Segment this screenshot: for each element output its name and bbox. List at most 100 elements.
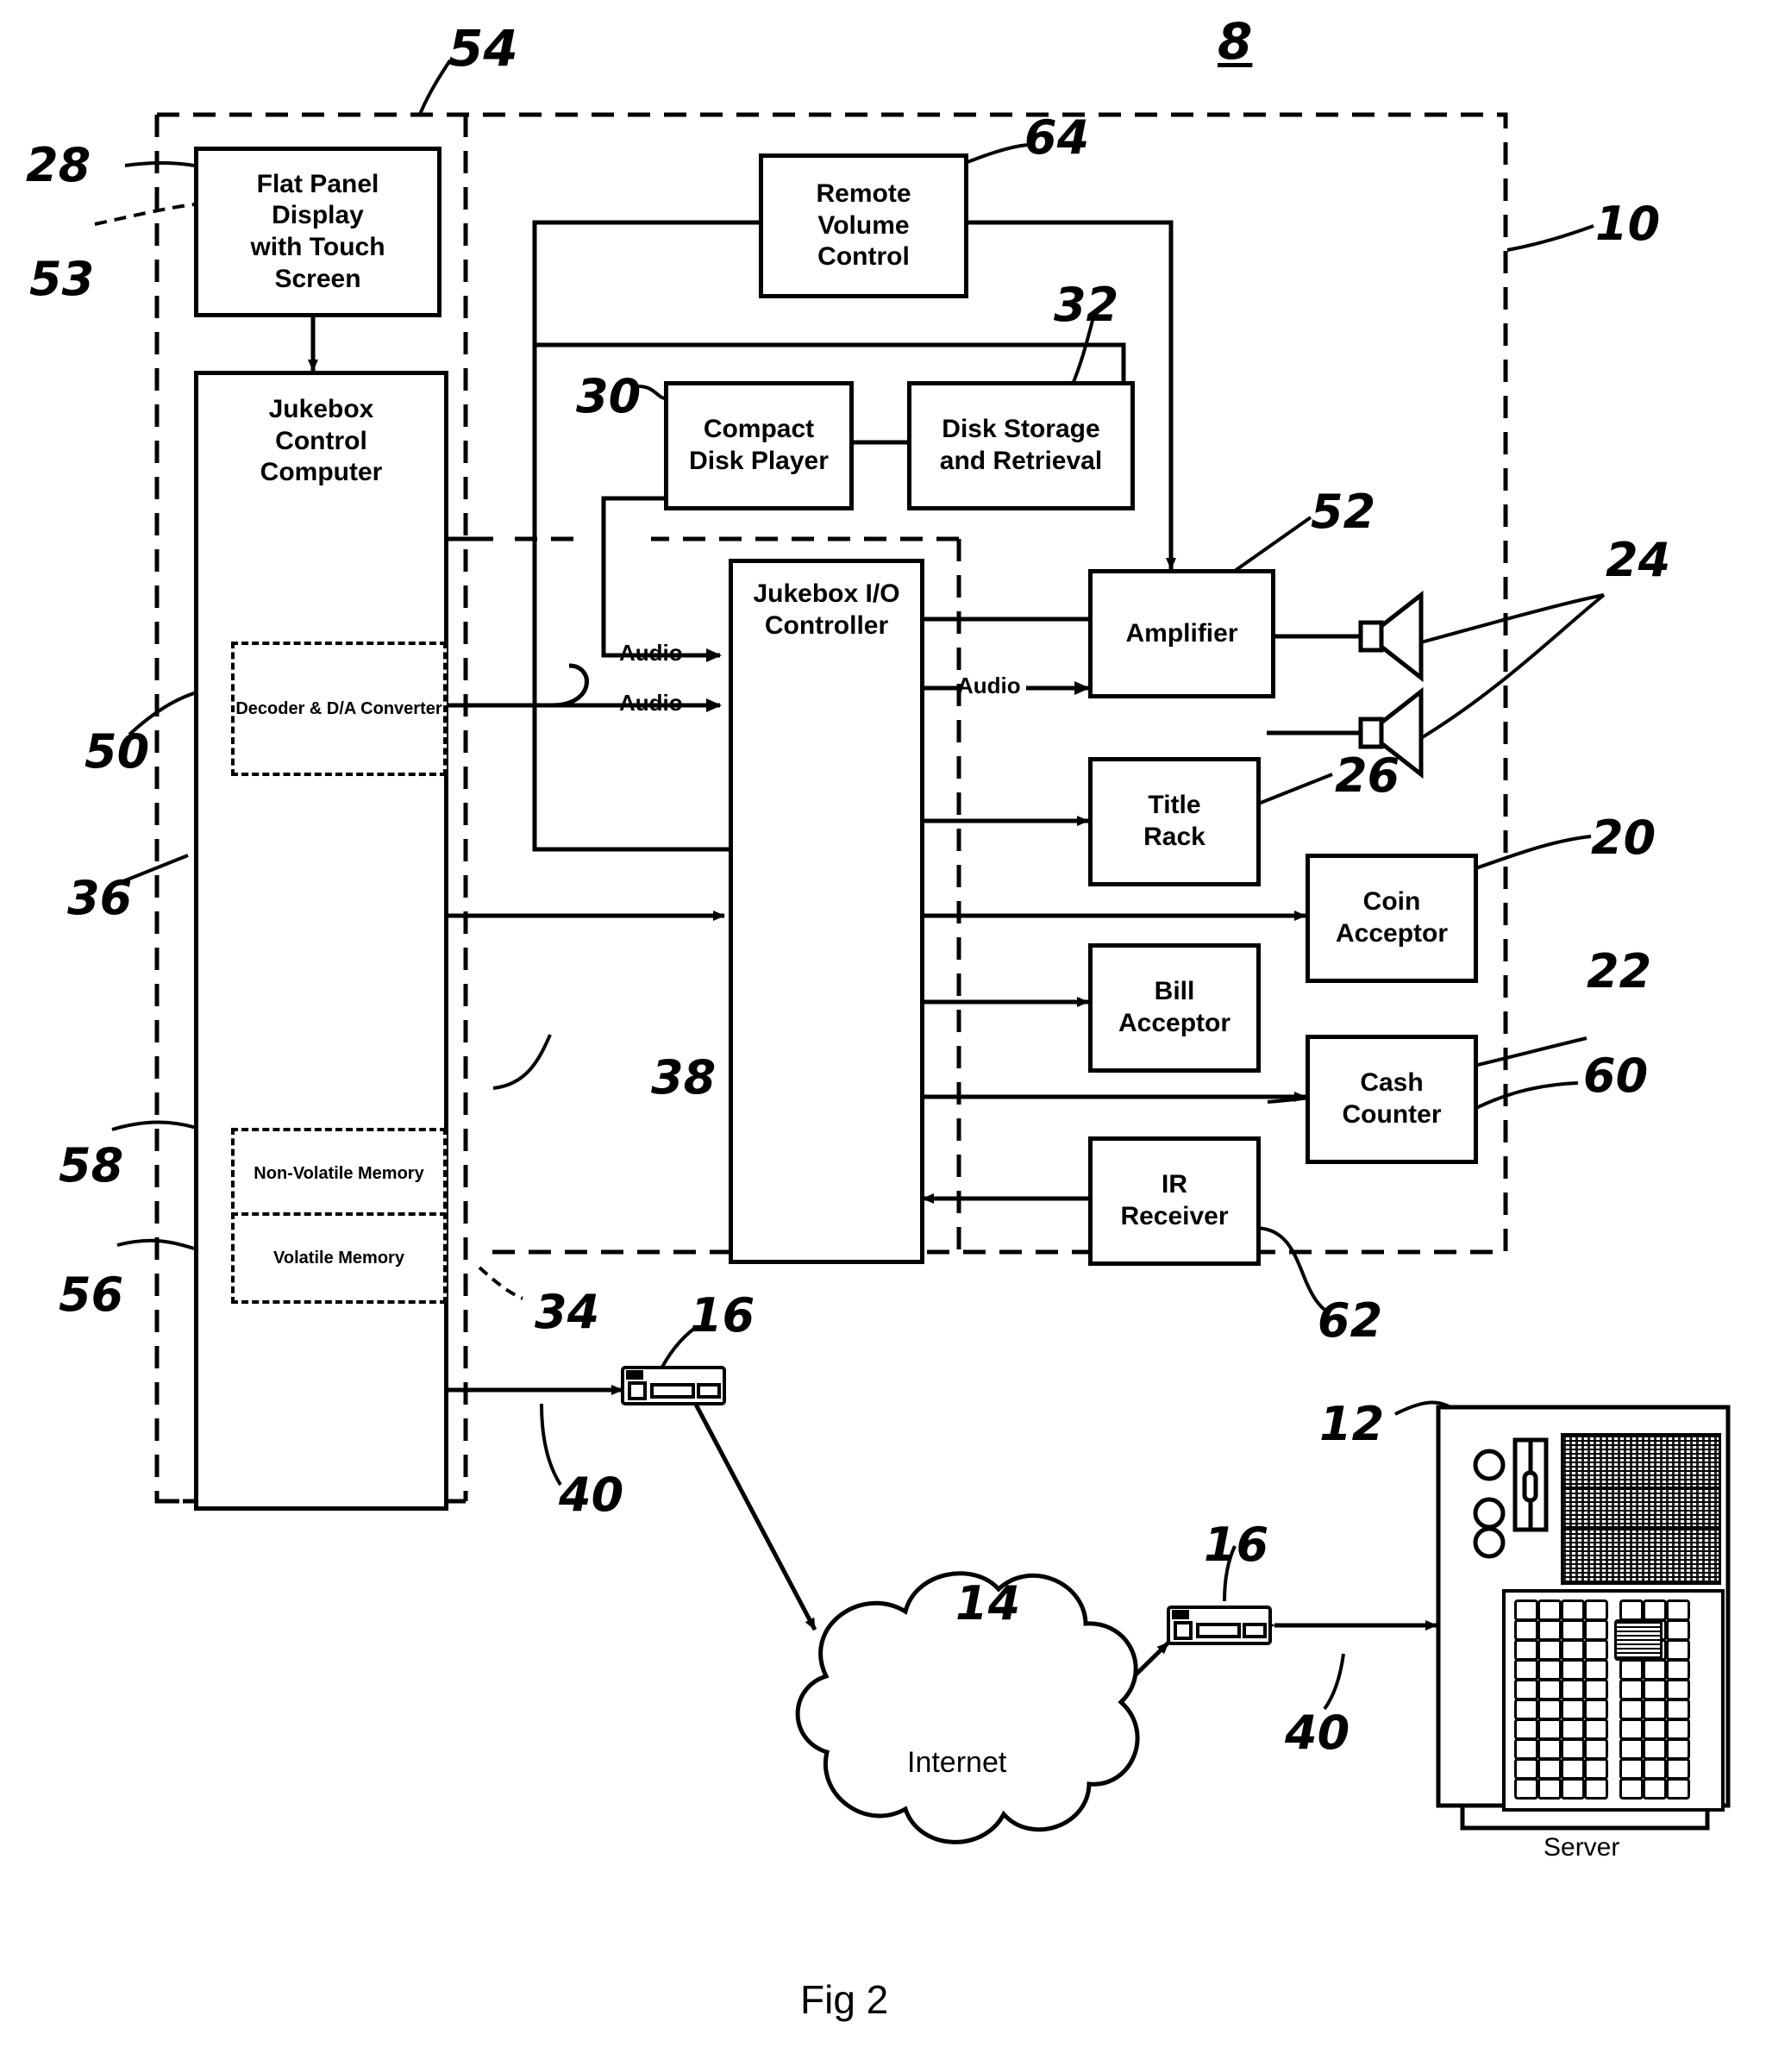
ref-22: 22: [1587, 944, 1652, 998]
remote-volume-line1: Remote: [816, 179, 911, 209]
decoder-line2: D/A Converter: [326, 699, 442, 718]
ref-32: 32: [1054, 278, 1119, 332]
leader-10: [1506, 224, 1594, 252]
keyboard-key: [1666, 1718, 1690, 1740]
keyboard-key: [1666, 1699, 1690, 1720]
figure-caption: Fig 2: [800, 1977, 889, 2022]
keyboard-key: [1561, 1738, 1585, 1760]
keyboard-key-wide: [1614, 1619, 1663, 1661]
ref-16-left: 16: [690, 1288, 755, 1343]
keyboard-key: [1619, 1738, 1644, 1760]
ref-64: 64: [1024, 110, 1090, 165]
keyboard-key: [1666, 1599, 1690, 1621]
ref-38: 38: [651, 1050, 717, 1105]
line-cdplayer-to-io-audio: [601, 496, 722, 662]
keyboard-key: [1643, 1679, 1667, 1700]
bill-acceptor-block[interactable]: Bill Acceptor: [1088, 943, 1261, 1073]
title-rack-block[interactable]: Title Rack: [1088, 757, 1261, 886]
ir-receiver-block[interactable]: IR Receiver: [1088, 1136, 1261, 1266]
title-rack-line2: Rack: [1143, 823, 1205, 851]
audio-label-io-to-amp: Audio: [957, 673, 1021, 698]
cash-counter-line1: Cash: [1360, 1068, 1424, 1098]
line-amplifier-to-speakers: [1267, 634, 1362, 736]
ref-24: 24: [1606, 533, 1671, 587]
jukebox-control-computer-block[interactable]: Jukebox Control Computer: [194, 371, 448, 1511]
disk-storage-retrieval-block[interactable]: Disk Storage and Retrieval: [907, 381, 1135, 510]
keyboard-key: [1643, 1659, 1667, 1681]
keyboard-key: [1666, 1639, 1690, 1661]
keyboard-key: [1666, 1758, 1690, 1780]
leader-20: [1468, 835, 1592, 873]
jukebox-io-line2: Controller: [764, 610, 889, 640]
decoder-da-converter-block[interactable]: Decoder & D/A Converter: [231, 642, 447, 776]
disk-storage-line1: Disk Storage: [942, 415, 1100, 444]
keyboard-key: [1619, 1778, 1644, 1800]
leader-34: [478, 1266, 523, 1300]
link-router-left-to-internet: [692, 1399, 817, 1631]
keyboard-key: [1584, 1619, 1608, 1641]
keyboard-key: [1643, 1599, 1667, 1621]
keyboard-key: [1643, 1718, 1667, 1740]
bill-acceptor-line2: Acceptor: [1118, 1009, 1231, 1037]
ref-58: 58: [59, 1138, 124, 1192]
keyboard-key: [1584, 1659, 1608, 1681]
coin-acceptor-block[interactable]: Coin Acceptor: [1306, 854, 1478, 983]
keyboard-key: [1643, 1738, 1667, 1760]
keyboard-key: [1619, 1699, 1644, 1720]
compact-disk-player-line1: Compact: [703, 415, 815, 444]
patent-figure-canvas: Flat Panel Display with Touch Screen Juk…: [0, 0, 1791, 2072]
volatile-memory-block[interactable]: Volatile Memory: [231, 1212, 447, 1304]
ref-52: 52: [1311, 485, 1376, 539]
leader-52: [1233, 516, 1312, 573]
flat-panel-display-line1: Flat Panel: [256, 169, 379, 198]
keyboard-key: [1514, 1639, 1538, 1661]
coin-acceptor-line1: Coin: [1362, 887, 1421, 917]
non-volatile-memory-block[interactable]: Non-Volatile Memory: [231, 1128, 447, 1219]
keyboard-key: [1619, 1718, 1644, 1740]
keyboard-key: [1584, 1758, 1608, 1780]
remote-volume-line2: Volume: [817, 210, 910, 240]
keyboard-key: [1561, 1639, 1585, 1661]
ref-16-right: 16: [1204, 1518, 1269, 1572]
jukebox-control-computer-line2: Control: [275, 426, 367, 455]
decoder-line1: Decoder &: [235, 699, 323, 718]
keyboard-key: [1537, 1738, 1562, 1760]
keyboard-key: [1643, 1758, 1667, 1780]
keyboard-key: [1666, 1619, 1690, 1641]
keyboard-key: [1537, 1679, 1562, 1700]
keyboard-key: [1537, 1619, 1562, 1641]
keyboard-key: [1666, 1778, 1690, 1800]
server-keyboard[interactable]: [1502, 1589, 1725, 1812]
keyboard-key: [1584, 1679, 1608, 1700]
ref-26: 26: [1335, 748, 1400, 803]
keyboard-key: [1619, 1599, 1644, 1621]
keyboard-key: [1619, 1679, 1644, 1700]
remote-volume-control-block[interactable]: Remote Volume Control: [759, 153, 968, 298]
jukebox-io-controller-block[interactable]: Jukebox I/O Controller: [729, 559, 924, 1264]
keyboard-key: [1561, 1659, 1585, 1681]
audio-label-decoder-to-io: Audio: [619, 690, 683, 716]
compact-disk-player-line2: Disk Player: [689, 447, 829, 475]
keyboard-key: [1561, 1699, 1585, 1720]
cash-counter-block[interactable]: Cash Counter: [1306, 1035, 1478, 1164]
ref-40-left: 40: [559, 1468, 624, 1522]
keyboard-key: [1514, 1738, 1538, 1760]
flat-panel-display-block[interactable]: Flat Panel Display with Touch Screen: [194, 147, 441, 317]
compact-disk-player-block[interactable]: Compact Disk Player: [664, 381, 854, 510]
amplifier-label: Amplifier: [1125, 618, 1238, 648]
keyboard-key: [1584, 1639, 1608, 1661]
amplifier-block[interactable]: Amplifier: [1088, 569, 1275, 698]
leader-24: [1419, 593, 1606, 740]
leader-30: [637, 385, 667, 400]
non-volatile-memory-label: Non-Volatile Memory: [254, 1164, 424, 1183]
ref-56: 56: [59, 1268, 124, 1322]
keyboard-key: [1514, 1659, 1538, 1681]
leader-60: [1467, 1081, 1579, 1114]
keyboard-key: [1561, 1758, 1585, 1780]
keyboard-key: [1537, 1639, 1562, 1661]
audio-label-cd-to-io: Audio: [619, 640, 683, 666]
keyboard-key: [1537, 1758, 1562, 1780]
jukebox-io-line1: Jukebox I/O: [753, 579, 900, 608]
keyboard-key: [1537, 1659, 1562, 1681]
title-rack-line1: Title: [1148, 791, 1201, 820]
